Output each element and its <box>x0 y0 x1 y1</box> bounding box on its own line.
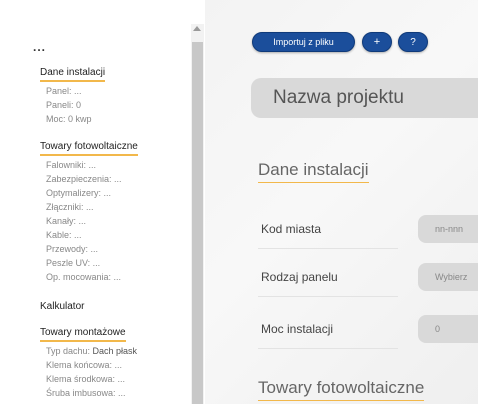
project-name-input[interactable]: Nazwa projektu <box>251 78 478 118</box>
sidebar-section-towary-fotowoltaiczne[interactable]: Towary fotowoltaiczne <box>40 141 138 156</box>
moc-instalacji-label: Moc instalacji <box>261 322 334 336</box>
sidebar-item-sruba-imbusowa: Śruba imbusowa: ... <box>46 388 126 398</box>
sidebar-item-moc: Moc: 0 kwp <box>46 114 92 124</box>
divider <box>258 296 398 297</box>
sidebar-item-klema-srodkowa: Klema środkowa: ... <box>46 374 126 384</box>
section-title-towary-fotowoltaiczne: Towary fotowoltaiczne <box>258 378 425 401</box>
sidebar-item-klema-koncowa: Klema końcowa: ... <box>46 360 123 370</box>
kod-miasta-label: Kod miasta <box>261 222 322 236</box>
rodzaj-panelu-label: Rodzaj panelu <box>261 270 338 284</box>
sidebar-item-zlaczniki: Złączniki: ... <box>46 202 94 212</box>
sidebar-item-kable: Kable: ... <box>46 230 82 240</box>
sidebar-section-towary-montazowe[interactable]: Towary montażowe <box>40 327 126 342</box>
sidebar-item-zabezpieczenia: Zabezpieczenia: ... <box>46 174 122 184</box>
sidebar-item-op-mocowania: Op. mocowania: ... <box>46 272 122 282</box>
section-title-dane-instalacji: Dane instalacji <box>258 160 369 183</box>
sidebar-item-paneli: Paneli: 0 <box>46 100 82 110</box>
sidebar-section-kalkulator[interactable]: Kalkulator <box>40 301 84 314</box>
add-button[interactable]: + <box>362 32 392 52</box>
sidebar-item-kanaly: Kanały: ... <box>46 216 87 226</box>
moc-instalacji-input[interactable]: 0 <box>418 315 478 343</box>
rodzaj-panelu-select[interactable]: Wybierz <box>418 263 478 291</box>
divider <box>258 348 398 349</box>
import-file-button[interactable]: Importuj z pliku <box>252 32 355 52</box>
typ-dachu-value: Dach płask <box>92 346 138 356</box>
sidebar-item-falowniki: Falowniki: ... <box>46 160 97 170</box>
sidebar-item-peszle-uv: Peszle UV: ... <box>46 258 101 268</box>
kod-miasta-input[interactable]: nn-nnn <box>418 215 478 243</box>
typ-dachu-label: Typ dachu: <box>46 346 93 356</box>
divider <box>258 248 398 249</box>
sidebar-item-typ-dachu: Typ dachu: Dach płask <box>46 346 137 356</box>
sidebar: ... Dane instalacji Panel: ... Paneli: 0… <box>0 0 205 404</box>
help-button[interactable]: ? <box>398 32 428 52</box>
main-panel <box>205 0 478 404</box>
sidebar-item-przewody: Przewody: ... <box>46 244 99 254</box>
sidebar-item-optymalizery: Optymalizery: ... <box>46 188 112 198</box>
scroll-up-arrow-icon[interactable] <box>193 26 201 31</box>
sidebar-scrollbar-thumb[interactable] <box>192 42 203 404</box>
menu-dots-icon[interactable]: ... <box>33 40 46 54</box>
sidebar-section-dane-instalacji[interactable]: Dane instalacji <box>40 67 106 82</box>
sidebar-item-panel: Panel: ... <box>46 86 82 96</box>
